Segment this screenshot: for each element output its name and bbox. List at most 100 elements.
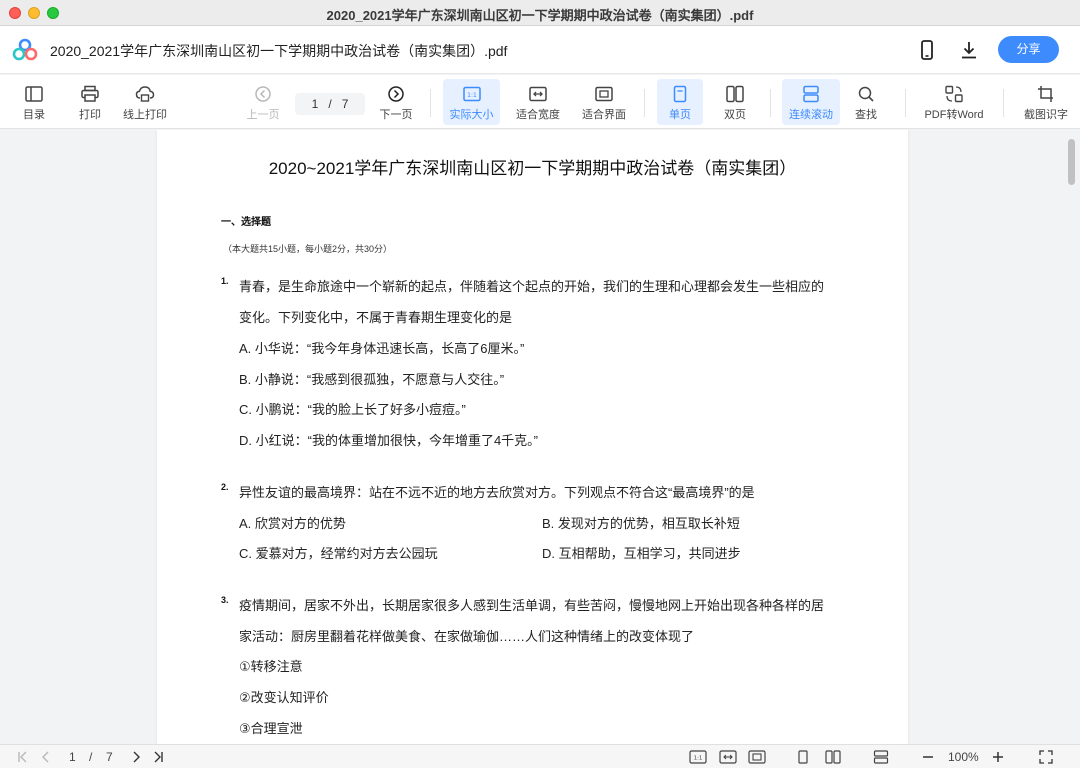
question-1-option-b: B. 小静说：“我感到很孤独，不愿意与人交往。” (239, 372, 505, 387)
phone-icon[interactable] (916, 39, 938, 61)
page-current: 1 (311, 97, 319, 111)
question-3-option-1: ①转移注意 (239, 659, 303, 674)
toc-button[interactable]: 目录 (14, 79, 54, 125)
single-page-label: 单页 (669, 109, 691, 121)
continuous-scroll-button[interactable]: 连续滚动 (782, 79, 840, 125)
question-3-text-line-1: 疫情期间，居家不外出，长期居家很多人感到生活单调，有些苦闷，慢慢地网上开始出现各… (239, 598, 825, 613)
question-2-number: 2. (221, 482, 229, 492)
pdf-to-word-button[interactable]: PDF转Word (918, 79, 990, 125)
exam-title: 2020~2021学年广东深圳南山区初一下学期期中政治试卷（南实集团） (268, 159, 797, 178)
fit-width-icon (529, 86, 547, 102)
search-icon (858, 86, 874, 102)
status-page-current[interactable]: 1 (69, 750, 76, 764)
document-title: 2020_2021学年广东深圳南山区初一下学期期中政治试卷（南实集团）.pdf (50, 43, 508, 59)
online-print-button[interactable]: 线上打印 (118, 79, 172, 125)
print-label: 打印 (79, 109, 101, 121)
cloud-print-icon (135, 86, 155, 102)
document-viewer[interactable]: 2020~2021学年广东深圳南山区初一下学期期中政治试卷（南实集团） 一、选择… (0, 130, 1080, 744)
question-2-option-d: D. 互相帮助，互相学习，共同进步 (542, 546, 741, 561)
chevron-left-circle-icon (255, 86, 271, 102)
search-button[interactable]: 查找 (846, 79, 886, 125)
printer-icon (81, 85, 99, 102)
actual-size-icon: 1:1 (462, 86, 481, 102)
toolbar-divider (1003, 89, 1004, 117)
question-2-option-b: B. 发现对方的优势，相互取长补短 (542, 516, 740, 531)
zoom-level[interactable]: 100% (948, 750, 979, 764)
fullscreen-icon[interactable] (1039, 750, 1053, 764)
print-button[interactable]: 打印 (70, 79, 110, 125)
pdf-to-word-label: PDF转Word (924, 109, 984, 121)
download-icon[interactable] (958, 39, 980, 61)
toolbar-divider (905, 89, 906, 117)
search-label: 查找 (855, 109, 877, 121)
fit-page-label: 适合界面 (582, 109, 626, 121)
app-window: 2020_2021学年广东深圳南山区初一下学期期中政治试卷（南实集团）.pdf … (0, 0, 1080, 768)
vertical-scrollbar-thumb[interactable] (1068, 139, 1075, 185)
app-logo-icon (12, 38, 38, 61)
question-2-option-a: A. 欣赏对方的优势 (239, 516, 346, 531)
double-page-label: 双页 (724, 109, 746, 121)
screenshot-ocr-button[interactable]: 截图识字 (1018, 79, 1074, 125)
single-page-icon (673, 85, 687, 103)
toolbar-divider (770, 89, 771, 117)
svg-text:1:1: 1:1 (467, 92, 477, 99)
online-print-label: 线上打印 (123, 109, 167, 121)
toc-icon (25, 86, 43, 102)
section-title: 一、选择题 (221, 217, 271, 228)
page-total: 7 (341, 97, 349, 111)
question-1-option-c: C. 小鹏说：“我的脸上长了好多小痘痘。” (239, 402, 466, 417)
double-page-icon (726, 85, 744, 103)
single-page-button[interactable]: 单页 (657, 79, 703, 125)
fit-width-button[interactable]: 适合宽度 (509, 79, 567, 125)
question-1-text-line-2: 变化。下列变化中，不属于青春期生理变化的是 (239, 310, 513, 325)
question-2-text-line-1: 异性友谊的最高境界：站在不远不近的地方去欣赏对方。下列观点不符合这“最高境界”的… (239, 485, 755, 500)
share-button[interactable]: 分享 (998, 36, 1059, 63)
question-1-option-a: A. 小华说：“我今年身体迅速长高，长高了6厘米。” (239, 341, 525, 356)
fit-page-icon[interactable] (748, 750, 766, 764)
screenshot-ocr-label: 截图识字 (1024, 109, 1068, 121)
pdf-page: 2020~2021学年广东深圳南山区初一下学期期中政治试卷（南实集团） 一、选择… (157, 130, 908, 744)
fit-page-icon (595, 86, 613, 102)
status-page-total: 7 (106, 750, 113, 764)
prev-page-button[interactable]: 上一页 (242, 79, 284, 125)
question-3-option-3: ③合理宣泄 (239, 721, 303, 736)
double-page-button[interactable]: 双页 (712, 79, 758, 125)
next-page-button[interactable]: 下一页 (375, 79, 417, 125)
page-number-input[interactable]: 1 / 7 (295, 93, 365, 115)
question-3-number: 3. (221, 595, 229, 605)
title-bar: 2020_2021学年广东深圳南山区初一下学期期中政治试卷（南实集团）.pdf (0, 0, 1080, 26)
prev-page-icon[interactable] (39, 750, 53, 764)
toolbar: 目录 打印 线上打印 上一页 1 / 7 下一页 1:1 实际大小 适合宽度 适… (0, 75, 1080, 129)
question-2-option-c: C. 爱慕对方，经常约对方去公园玩 (239, 546, 438, 561)
next-page-icon[interactable] (129, 750, 143, 764)
zoom-out-icon[interactable] (922, 750, 934, 764)
toolbar-divider (644, 89, 645, 117)
fit-width-label: 适合宽度 (516, 109, 560, 121)
zoom-in-icon[interactable] (992, 750, 1004, 764)
document-header: 2020_2021学年广东深圳南山区初一下学期期中政治试卷（南实集团）.pdf … (0, 26, 1080, 74)
chevron-right-circle-icon (388, 86, 404, 102)
continuous-scroll-label: 连续滚动 (789, 109, 833, 121)
prev-page-label: 上一页 (246, 109, 280, 121)
question-3-text-line-2: 家活动：厨房里翻着花样做美食、在家做瑜伽……人们这种情绪上的改变体现了 (239, 629, 695, 644)
svg-text:1:1: 1:1 (694, 756, 703, 762)
convert-icon (945, 85, 963, 103)
first-page-icon[interactable] (16, 750, 30, 764)
double-page-icon[interactable] (825, 750, 841, 764)
actual-size-label: 实际大小 (449, 109, 494, 121)
continuous-scroll-icon (803, 85, 819, 103)
page-separator: / (328, 97, 332, 111)
window-title: 2020_2021学年广东深圳南山区初一下学期期中政治试卷（南实集团）.pdf (326, 8, 754, 23)
fit-width-icon[interactable] (719, 750, 737, 764)
last-page-icon[interactable] (151, 750, 165, 764)
section-note: （本大题共15小题，每小题2分，共30分） (223, 244, 393, 254)
toolbar-divider (430, 89, 431, 117)
actual-size-button[interactable]: 1:1 实际大小 (443, 79, 500, 125)
actual-size-icon[interactable]: 1:1 (689, 750, 707, 764)
question-1-option-d: D. 小红说：“我的体重增加很快，今年增重了4千克。” (239, 433, 539, 448)
fit-page-button[interactable]: 适合界面 (575, 79, 633, 125)
continuous-scroll-icon[interactable] (873, 750, 889, 764)
question-1-text-line-1: 青春，是生命旅途中一个崭新的起点，伴随着这个起点的开始，我们的生理和心理都会发生… (239, 279, 825, 294)
status-page-separator: / (89, 750, 93, 764)
single-page-icon[interactable] (796, 750, 810, 764)
